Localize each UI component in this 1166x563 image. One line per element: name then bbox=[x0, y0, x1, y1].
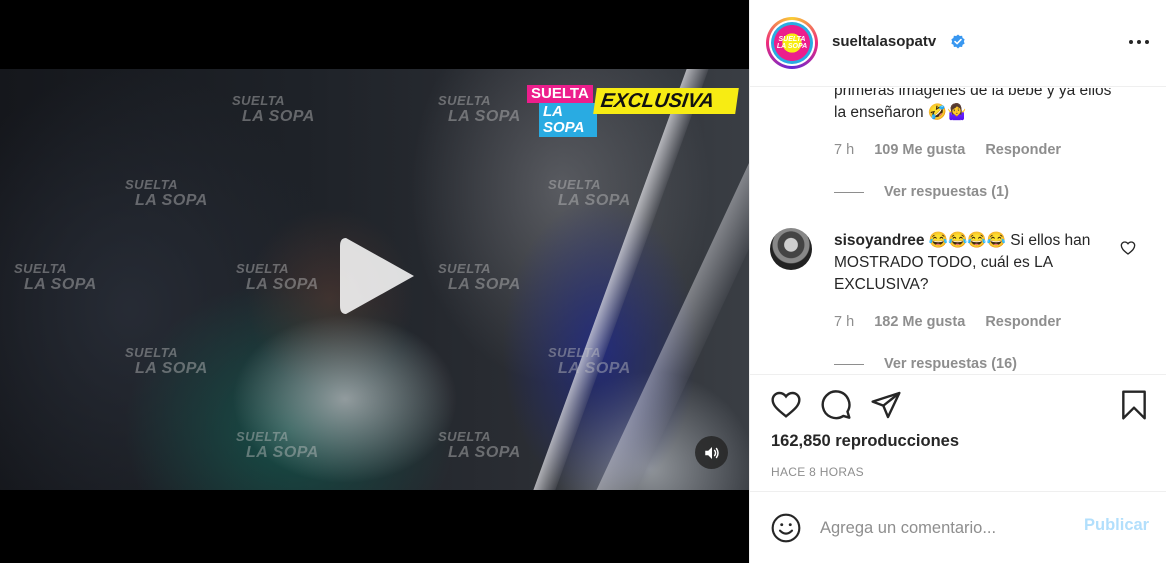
reply-button[interactable]: Responder bbox=[985, 142, 1061, 158]
comment-username[interactable]: sisoyandree bbox=[834, 232, 924, 249]
account-avatar-image: SUELTA LA SOPA bbox=[771, 22, 813, 64]
like-comment-heart-icon[interactable] bbox=[1120, 240, 1136, 256]
comment-likes[interactable]: 182 Me gusta bbox=[874, 314, 965, 330]
reply-button[interactable]: Responder bbox=[985, 314, 1061, 330]
save-bookmark-icon[interactable] bbox=[1118, 389, 1152, 423]
comment-meta: 7 h 182 Me gusta Responder bbox=[834, 314, 1077, 330]
play-icon[interactable] bbox=[338, 236, 418, 316]
video-panel: SUELTA LA SOPA SUELTA LA SOPA SUELTA LA SOP… bbox=[0, 0, 749, 563]
exclusive-banner: SUELTA LA SOPA EXCLUSIVA bbox=[525, 83, 739, 137]
brand-logo: SUELTA LA SOPA bbox=[525, 83, 597, 137]
like-heart-icon[interactable] bbox=[770, 389, 804, 423]
view-count[interactable]: 162,850 reproducciones bbox=[771, 432, 959, 451]
comment-body: sisoyandree 😂😂😂😂 Si ellos han MOSTRADO T… bbox=[834, 230, 1124, 296]
commenter-avatar[interactable] bbox=[770, 228, 812, 270]
view-replies-button[interactable]: Ver respuestas (1) bbox=[834, 184, 1009, 200]
share-paper-plane-icon[interactable] bbox=[870, 389, 904, 423]
post-header: SUELTA LA SOPA sueltalasopatv bbox=[750, 0, 1166, 87]
verified-badge-icon bbox=[950, 34, 966, 50]
account-name-link[interactable]: sueltalasopatv bbox=[832, 33, 936, 50]
comment-time: 7 h bbox=[834, 314, 855, 330]
comments-list[interactable]: primeras imágenes de la bebe y ya ellos … bbox=[750, 88, 1166, 374]
comment-text: primeras imágenes de la bebe y ya ellos … bbox=[834, 88, 1112, 121]
view-replies-button[interactable]: Ver respuestas (16) bbox=[834, 356, 1017, 372]
more-options-icon[interactable] bbox=[1127, 32, 1151, 52]
exclusive-tag: EXCLUSIVA bbox=[593, 88, 739, 114]
account-avatar[interactable]: SUELTA LA SOPA bbox=[766, 17, 818, 69]
post-actions: 162,850 reproducciones HACE 8 HORAS bbox=[750, 374, 1166, 492]
emoji-icon[interactable] bbox=[770, 512, 802, 544]
watermark: SUELTA LA SOPA bbox=[125, 345, 208, 377]
watermark: SUELTA LA SOPA bbox=[438, 93, 521, 125]
post-timestamp: HACE 8 HORAS bbox=[771, 465, 864, 479]
volume-icon[interactable] bbox=[695, 436, 728, 469]
comment-meta: 7 h 109 Me gusta Responder bbox=[834, 142, 1077, 158]
comment-composer: Publicar bbox=[750, 492, 1166, 563]
publish-button[interactable]: Publicar bbox=[1084, 516, 1149, 535]
watermark: SUELTA LA SOPA bbox=[438, 429, 521, 461]
watermark: SUELTA LA SOPA bbox=[125, 177, 208, 209]
watermark: SUELTA LA SOPA bbox=[548, 345, 631, 377]
comment-input[interactable] bbox=[820, 514, 1060, 542]
watermark: SUELTA LA SOPA bbox=[548, 177, 631, 209]
watermark: SUELTA LA SOPA bbox=[232, 93, 315, 125]
post-side-panel: SUELTA LA SOPA sueltalasopatv primeras i… bbox=[749, 0, 1166, 563]
comment-likes[interactable]: 109 Me gusta bbox=[874, 142, 965, 158]
watermark: SUELTA LA SOPA bbox=[14, 261, 97, 293]
watermark: SUELTA LA SOPA bbox=[236, 261, 319, 293]
comment-bubble-icon[interactable] bbox=[820, 389, 854, 423]
comment-time: 7 h bbox=[834, 142, 855, 158]
watermark: SUELTA LA SOPA bbox=[236, 429, 319, 461]
watermark: SUELTA LA SOPA bbox=[438, 261, 521, 293]
